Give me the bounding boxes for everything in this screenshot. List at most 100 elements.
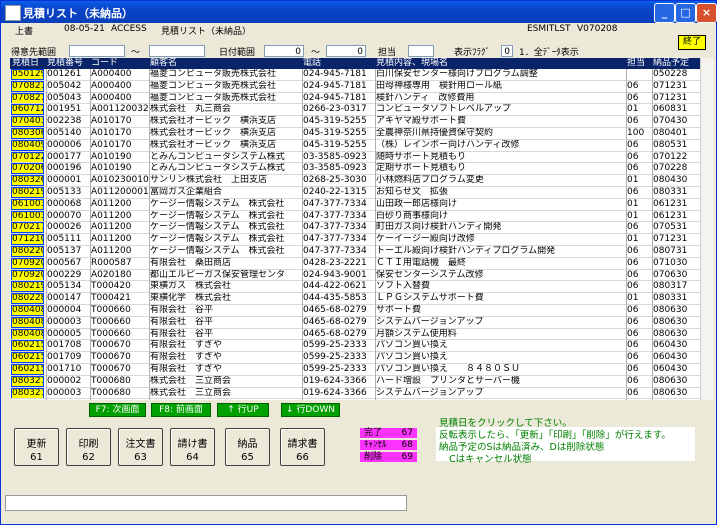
table-row[interactable]: 060215 001708 T000670 有限会社 すぎや 0599-25-2333 パ…	[10, 340, 700, 352]
table-row[interactable]: 060712 001951 A001120032 株式会社 丸三商会 0266-23-0…	[10, 104, 700, 116]
row-person: 06	[627, 116, 639, 127]
customer-to-input[interactable]	[149, 45, 205, 57]
row-date[interactable]: 070403	[11, 116, 44, 128]
row-date[interactable]: 070821	[11, 92, 44, 104]
row-date[interactable]: 080220	[11, 246, 44, 257]
row-date[interactable]: 080408	[11, 316, 44, 328]
row-date[interactable]: 061003	[11, 198, 44, 210]
legend-delete[interactable]: 削除 69	[360, 452, 417, 462]
prev-page-button[interactable]: F8: 前画面	[151, 403, 211, 417]
row-date[interactable]: 080408	[11, 305, 44, 316]
row-customer: ケージー情報システム 株式会社	[150, 210, 285, 221]
table-row[interactable]: 080321 000002 T000680 株式会社 三立商会 019-624-3366…	[10, 375, 700, 387]
row-date[interactable]: 080321	[11, 387, 44, 399]
row-delivery: 070531	[653, 222, 688, 233]
table-row[interactable]: 050129 001261 A000400 福菱コンピュータ販売株式会社 024-945…	[10, 69, 700, 80]
table-row[interactable]: 080219 005133 A011200001 富岡ガス企業組合 0240-22-13…	[10, 187, 700, 198]
row-up-button[interactable]: ↑ 行UP	[217, 403, 269, 417]
date-to-input[interactable]: 0	[326, 45, 366, 57]
row-person: 01	[627, 104, 639, 115]
table-row[interactable]: 071210 005111 A011200 ケージー情報システム 株式会社 047-37…	[10, 234, 700, 246]
table-row[interactable]: 070217 000026 A011200 ケージー情報システム 株式会社 047-37…	[10, 222, 700, 234]
close-icon[interactable]: ×	[696, 3, 717, 23]
maximize-icon[interactable]: □	[675, 3, 696, 23]
row-customer: 株式会社オービック 横浜支店	[150, 139, 277, 150]
row-person: 06	[627, 257, 639, 268]
row-date[interactable]: 080228	[11, 293, 44, 305]
row-date[interactable]: 061003	[11, 210, 44, 222]
col-customer: 顧客名	[150, 58, 178, 68]
table-row[interactable]: 080326 000001 A010230010 サンリン株式会社 上田支店 0268-…	[10, 175, 700, 187]
table-row[interactable]: 070821 005042 A000400 福菱コンピュータ販売株式会社 024-945…	[10, 80, 700, 92]
legend-complete[interactable]: 完了 67	[360, 428, 417, 438]
row-down-button[interactable]: ↓ 行DOWN	[281, 403, 340, 417]
row-content: トーエル殿向け検針ハンディプログラム開発	[376, 246, 556, 256]
table-row[interactable]: 061003 000070 A011200 ケージー情報システム 株式会社 047-37…	[10, 210, 700, 222]
table-row[interactable]: 070122 000177 A010190 とみんコンピュータシステム株式 03-358…	[10, 151, 700, 163]
row-date[interactable]: 080408	[11, 328, 44, 340]
minimize-icon[interactable]: _	[654, 3, 675, 23]
row-date[interactable]: 080219	[11, 187, 44, 198]
row-date[interactable]: 060215	[11, 364, 44, 375]
row-code: A010190	[91, 163, 132, 174]
print-label: 印刷	[78, 439, 99, 450]
row-phone: 024-945-7181	[303, 80, 367, 91]
table-row[interactable]: 070206 000196 A010190 とみんコンピュータシステム株式 03-358…	[10, 163, 700, 175]
row-phone: 045-319-5255	[303, 116, 367, 127]
table-row[interactable]: 061003 000068 A011200 ケージー情報システム 株式会社 047-37…	[10, 198, 700, 210]
row-number: 000003	[47, 316, 82, 327]
row-content: 山田政一郎店様向け	[376, 198, 458, 209]
table-row[interactable]: 080306 005140 A010170 株式会社オービック 横浜支店 045-319…	[10, 128, 700, 139]
table-row[interactable]: 080409 000006 A010170 株式会社オービック 横浜支店 045-319…	[10, 139, 700, 151]
row-date[interactable]: 050129	[11, 69, 44, 80]
row-date[interactable]: 070920	[11, 257, 44, 269]
delivery-button[interactable]: 納品 65	[225, 428, 270, 466]
table-row[interactable]: 080219 005134 T000420 東横ガス 株式会社 044-422-0621…	[10, 281, 700, 293]
row-delivery: 080531	[653, 139, 688, 150]
row-date[interactable]: 060215	[11, 352, 44, 364]
table-row[interactable]: 080228 000147 T000421 東横化学 株式会社 044-435-5853…	[10, 293, 700, 305]
table-row[interactable]: 070403 002238 A010170 株式会社オービック 横浜支店 045-319…	[10, 116, 700, 128]
table-row[interactable]: 080220 005137 A011200 ケージー情報システム 株式会社 047-37…	[10, 246, 700, 257]
row-number: 000068	[47, 198, 82, 209]
table-row[interactable]: 060215 001710 T000670 有限会社 すぎや 0599-25-2333 パ…	[10, 364, 700, 375]
table-row[interactable]: 080408 000005 T000660 有限会社 谷平 0465-68-0279 月額…	[10, 328, 700, 340]
row-date[interactable]: 070920	[11, 269, 44, 281]
person-input[interactable]	[408, 45, 434, 57]
row-phone: 0428-23-2221	[303, 257, 367, 268]
print-button[interactable]: 印刷 62	[66, 428, 111, 466]
customer-from-input[interactable]	[69, 45, 125, 57]
table-row[interactable]: 070821 005043 A000400 福菱コンピュータ販売株式会社 024-945…	[10, 92, 700, 104]
table-row[interactable]: 060215 001709 T000670 有限会社 すぎや 0599-25-2333 パ…	[10, 352, 700, 364]
update-button[interactable]: 更新 61	[14, 428, 59, 466]
table-row[interactable]: 080408 000004 T000660 有限会社 谷平 0465-68-0279 サポ…	[10, 305, 700, 316]
row-date[interactable]: 070206	[11, 163, 44, 175]
acceptance-button[interactable]: 請け書 64	[170, 428, 215, 466]
flag-input[interactable]: 0	[501, 45, 513, 57]
row-date[interactable]: 070821	[11, 80, 44, 92]
row-date[interactable]: 080219	[11, 281, 44, 293]
row-date[interactable]: 080326	[11, 175, 44, 187]
date-from-input[interactable]: 0	[264, 45, 304, 57]
next-page-button[interactable]: F7: 次画面	[89, 403, 146, 417]
row-number: 001710	[47, 364, 82, 374]
table-row[interactable]: 080321 000003 T000680 株式会社 三立商会 019-624-3366…	[10, 387, 700, 399]
date-range-sep: ～	[311, 48, 321, 58]
legend-cancel[interactable]: ｷｬﾝｾﾙ 68	[360, 440, 417, 450]
table-row[interactable]: 070920 000567 R000587 有限会社 桑田商店 0428-23-2221…	[10, 257, 700, 269]
table-row[interactable]: 070920 000229 A020180 都山エルピーガス保安管理センタ 024-94…	[10, 269, 700, 281]
row-date[interactable]: 070122	[11, 151, 44, 163]
vertical-scrollbar[interactable]	[700, 58, 714, 400]
row-date[interactable]: 060215	[11, 340, 44, 352]
row-date[interactable]: 080306	[11, 128, 44, 139]
row-date[interactable]: 070217	[11, 222, 44, 234]
row-date[interactable]: 071210	[11, 234, 44, 246]
row-number: 000005	[47, 328, 82, 339]
invoice-button[interactable]: 請求書 66	[280, 428, 325, 466]
row-date[interactable]: 080409	[11, 139, 44, 151]
exit-button[interactable]: 終了	[678, 35, 706, 50]
order-button[interactable]: 注文書 63	[118, 428, 163, 466]
row-date[interactable]: 080321	[11, 375, 44, 387]
row-date[interactable]: 060712	[11, 104, 44, 116]
table-row[interactable]: 080408 000003 T000660 有限会社 谷平 0465-68-0279 シス…	[10, 316, 700, 328]
